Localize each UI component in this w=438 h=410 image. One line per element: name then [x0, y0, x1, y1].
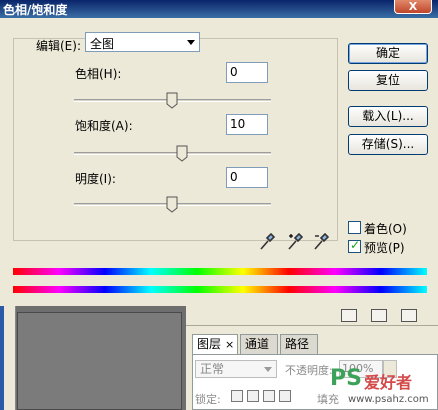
tab-channels[interactable]: 通道: [240, 334, 278, 354]
edit-dropdown[interactable]: 全图: [85, 32, 200, 52]
lock-all-icon[interactable]: [279, 390, 291, 402]
chevron-down-icon: [264, 367, 272, 372]
tab-paths[interactable]: 路径: [280, 334, 318, 354]
reset-button[interactable]: 复位: [348, 70, 428, 91]
checkmark-icon: ✓: [350, 238, 361, 252]
blend-mode-dropdown[interactable]: 正常: [195, 360, 277, 378]
lightness-label: 明度(I):: [75, 172, 116, 186]
colorize-checkbox[interactable]: [348, 221, 361, 234]
eyedropper-plus-icon[interactable]: [287, 233, 303, 251]
hue-input[interactable]: 0: [226, 62, 268, 83]
lightness-input[interactable]: 0: [226, 167, 268, 188]
document-canvas[interactable]: [17, 312, 182, 410]
chevron-down-icon: [187, 40, 195, 45]
close-button[interactable]: X: [394, 0, 432, 14]
watermark-brand: PS: [330, 366, 362, 391]
palette-menu-icon[interactable]: [341, 309, 357, 322]
lock-move-icon[interactable]: [263, 390, 275, 402]
saturation-label: 饱和度(A):: [75, 119, 133, 133]
tab-layers[interactable]: 图层 ×: [192, 334, 238, 354]
preview-label: 预览(P): [364, 241, 405, 255]
lock-label: 锁定:: [195, 393, 221, 406]
watermark-url: www.psahz.com: [348, 394, 429, 405]
palette-toolbar: [186, 306, 438, 326]
hue-slider-thumb[interactable]: [166, 92, 178, 109]
lock-transparency-icon[interactable]: [231, 390, 243, 402]
title-bar: 色相/饱和度 X: [0, 0, 438, 18]
load-button[interactable]: 载入(L)...: [348, 106, 428, 127]
lightness-slider-thumb[interactable]: [166, 196, 178, 213]
colorize-label: 着色(O): [364, 222, 407, 236]
preview-checkbox[interactable]: ✓: [348, 238, 361, 253]
eyedropper-minus-icon[interactable]: [313, 233, 329, 251]
camera-icon[interactable]: [371, 309, 387, 322]
watermark-text: 爱好者: [364, 373, 413, 392]
hue-label: 色相(H):: [75, 67, 122, 81]
ruler-strip: [4, 306, 16, 410]
edit-label: 编辑(E):: [36, 39, 81, 53]
saturation-input[interactable]: 10: [226, 114, 268, 135]
window-title: 色相/饱和度: [3, 3, 68, 17]
input-color-ramp: [13, 268, 427, 275]
close-icon[interactable]: ×: [225, 338, 234, 351]
opacity-label: 不透明度:: [285, 364, 333, 377]
trash-icon[interactable]: [401, 309, 417, 322]
edit-dropdown-value: 全图: [90, 37, 115, 51]
tab-layers-label: 图层: [197, 337, 222, 351]
eyedropper-icon[interactable]: [259, 233, 275, 251]
watermark: PS 爱好者 www.psahz.com: [330, 366, 438, 410]
saturation-slider-track[interactable]: [74, 152, 271, 155]
save-button[interactable]: 存储(S)...: [348, 134, 428, 155]
hue-saturation-dialog: 编辑(E): 全图 色相(H): 0 饱和度(A): 10 明度(I): 0 确…: [0, 18, 438, 306]
ok-button[interactable]: 确定: [348, 43, 428, 64]
lock-paint-icon[interactable]: [247, 390, 259, 402]
saturation-slider-thumb[interactable]: [176, 145, 188, 162]
output-color-ramp: [13, 286, 427, 293]
blend-mode-value: 正常: [200, 362, 225, 376]
